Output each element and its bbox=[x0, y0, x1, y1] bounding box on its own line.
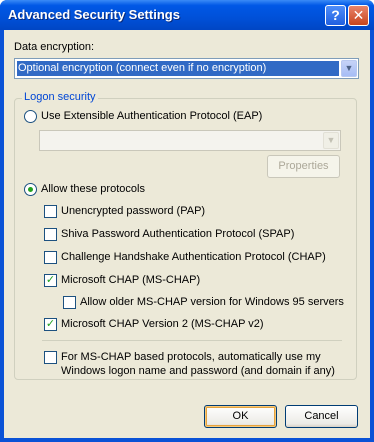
ms-chap-v2-label[interactable]: Microsoft CHAP Version 2 (MS-CHAP v2) bbox=[61, 318, 264, 330]
eap-radio[interactable] bbox=[24, 110, 37, 123]
auto-logon-label-line1[interactable]: For MS-CHAP based protocols, automatical… bbox=[61, 351, 321, 363]
help-button[interactable]: ? bbox=[325, 5, 346, 26]
older-ms-chap-label[interactable]: Allow older MS-CHAP version for Windows … bbox=[80, 296, 344, 308]
data-encryption-label: Data encryption: bbox=[14, 41, 95, 53]
allow-protocols-label[interactable]: Allow these protocols bbox=[41, 183, 145, 195]
pap-checkbox[interactable] bbox=[44, 205, 57, 218]
window-title: Advanced Security Settings bbox=[8, 7, 180, 22]
divider bbox=[42, 340, 342, 341]
ms-chap-v2-checkbox[interactable]: ✓ bbox=[44, 318, 57, 331]
data-encryption-value: Optional encryption (connect even if no … bbox=[17, 61, 339, 76]
eap-radio-label[interactable]: Use Extensible Authentication Protocol (… bbox=[41, 110, 262, 122]
pap-label[interactable]: Unencrypted password (PAP) bbox=[61, 205, 205, 217]
chevron-down-icon[interactable]: ▼ bbox=[341, 60, 357, 77]
eap-type-dropdown[interactable]: ▼ bbox=[39, 130, 341, 151]
auto-logon-checkbox[interactable] bbox=[44, 351, 57, 364]
logon-security-label: Logon security bbox=[22, 91, 98, 103]
close-button[interactable]: ✕ bbox=[348, 5, 369, 26]
auto-logon-label-line2[interactable]: Windows logon name and password (and dom… bbox=[61, 365, 335, 377]
chap-checkbox[interactable] bbox=[44, 251, 57, 264]
title-bar[interactable]: Advanced Security Settings ? ✕ bbox=[0, 0, 374, 30]
ms-chap-label[interactable]: Microsoft CHAP (MS-CHAP) bbox=[61, 274, 200, 286]
properties-button[interactable]: Properties bbox=[267, 155, 340, 178]
ok-button[interactable]: OK bbox=[204, 405, 277, 428]
allow-protocols-radio[interactable] bbox=[24, 183, 37, 196]
older-ms-chap-checkbox[interactable] bbox=[63, 296, 76, 309]
ms-chap-checkbox[interactable]: ✓ bbox=[44, 274, 57, 287]
chevron-down-icon[interactable]: ▼ bbox=[323, 132, 339, 149]
radio-selected-dot bbox=[28, 187, 33, 192]
dialog-body: Data encryption: Optional encryption (co… bbox=[4, 30, 370, 438]
spap-label[interactable]: Shiva Password Authentication Protocol (… bbox=[61, 228, 294, 240]
dialog-window: Advanced Security Settings ? ✕ Data encr… bbox=[0, 0, 374, 442]
spap-checkbox[interactable] bbox=[44, 228, 57, 241]
cancel-button[interactable]: Cancel bbox=[285, 405, 358, 428]
data-encryption-dropdown[interactable]: Optional encryption (connect even if no … bbox=[14, 58, 359, 79]
chap-label[interactable]: Challenge Handshake Authentication Proto… bbox=[61, 251, 326, 263]
